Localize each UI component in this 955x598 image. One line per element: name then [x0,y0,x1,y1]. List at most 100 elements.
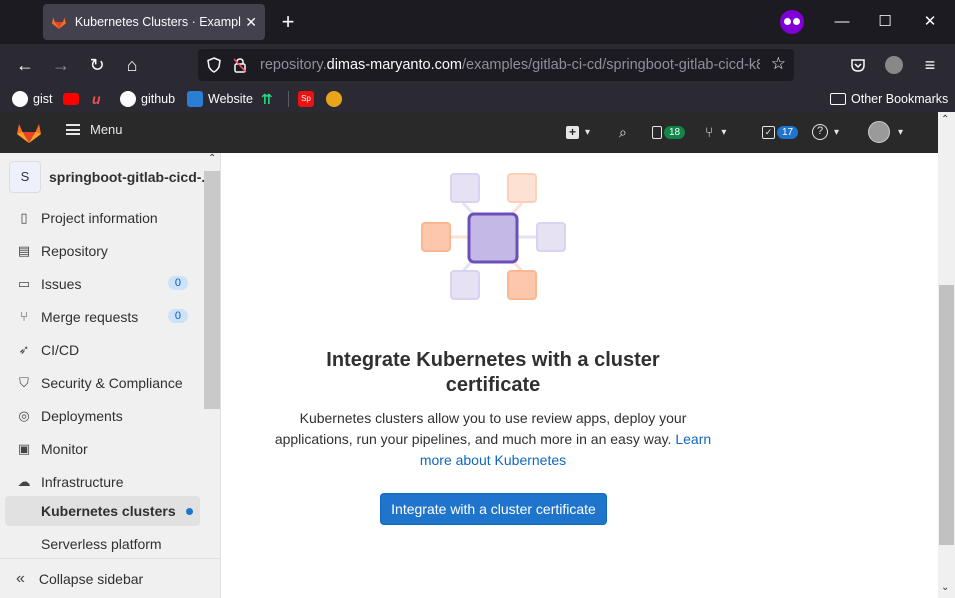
sidebar-item-project-information[interactable]: ▯ Project information [16,206,196,230]
back-icon[interactable]: ← [12,52,38,78]
minimize-icon[interactable]: — [830,10,854,34]
sidebar-scroll-thumb[interactable] [204,171,220,409]
close-window-icon[interactable]: ✕ [918,10,942,34]
bookmark-website[interactable]: Website [187,89,253,109]
lock-insecure-icon[interactable] [232,57,248,73]
sidebar-item-repository[interactable]: ▤ Repository [16,239,196,263]
hamburger-icon [66,124,80,135]
bookmark-separator [288,91,289,107]
sidebar-item-infrastructure[interactable]: ☁ Infrastructure [16,470,196,494]
sidebar-item-monitor[interactable]: ▣ Monitor [16,437,196,461]
bookmark-udemy[interactable]: u [92,89,113,109]
url-bar[interactable]: repository.dimas-maryanto.com/examples/g… [198,49,794,81]
doc-icon: ▤ [17,243,31,258]
bookmark-bear[interactable] [326,89,347,109]
bookmark-star-icon[interactable]: ☆ [771,54,786,74]
collapse-sidebar-button[interactable]: « Collapse sidebar [0,558,220,598]
double-chevron-left-icon: « [16,569,25,587]
bookmark-label: github [141,92,176,106]
bear-icon [326,91,342,107]
deploy-icon: ◎ [18,408,30,423]
project-name: springboot-gitlab-cicd-... [49,169,214,185]
scroll-down-icon[interactable]: ⌄ [941,582,949,593]
description-text: Kubernetes clusters allow you to use rev… [274,410,687,447]
shield-icon: ⛉ [19,375,29,390]
sidebar-item-label: Infrastructure [41,474,124,490]
menu-button[interactable]: Menu [66,122,123,137]
reload-icon[interactable]: ↻ [84,52,110,78]
search-icon[interactable]: ⌕ [619,122,627,142]
issues-count-badge: 18 [664,125,686,139]
cloud-icon: ☁ [17,474,31,489]
merge-requests-nav[interactable]: ⑂ ▾ [705,122,726,142]
sidebar-item-merge-requests[interactable]: ⑂ Merge requests 0 [16,305,196,329]
page-scroll-thumb[interactable] [939,285,954,545]
project-context[interactable]: S springboot-gitlab-cicd-... [9,161,213,193]
chevron-down-icon: ▾ [585,126,591,138]
bookmark-youtube[interactable] [63,89,84,109]
chevron-down-icon: ▾ [721,126,727,138]
maximize-icon[interactable]: ☐ [873,10,897,34]
url-text: repository.dimas-maryanto.com/examples/g… [260,57,760,73]
sidebar-item-security-compliance[interactable]: ⛉ Security & Compliance [16,371,196,395]
account-avatar-icon[interactable] [885,56,903,74]
sidebar-item-deployments[interactable]: ◎ Deployments [16,404,196,428]
sidebar-item-label: Repository [41,243,108,259]
bookmark-arrows[interactable]: ⇈ [261,89,282,109]
sidebar-item-label: Security & Compliance [41,375,183,391]
home-icon[interactable]: ⌂ [119,52,145,78]
scroll-up-icon[interactable]: ⌃ [208,153,216,164]
private-browsing-icon [780,10,804,34]
sidebar-item-label: Deployments [41,408,123,424]
user-dropdown[interactable]: ▾ [868,121,903,143]
bookmark-sp[interactable]: Sp [298,89,319,109]
bookmarks-bar: gist u github Website ⇈ Sp Other Bookmar… [0,86,955,112]
page-scrollbar[interactable]: ⌃ ⌄ [938,112,955,598]
merge-requests-badge: 0 [167,309,188,323]
issues-icon [652,125,662,139]
app-menu-icon[interactable]: ≡ [917,52,943,78]
user-avatar [868,121,890,143]
monitor-icon: ▣ [17,441,31,456]
gitlab-logo-icon[interactable] [16,120,42,144]
other-bookmarks-label: Other Bookmarks [851,92,949,106]
sidebar-scrollbar[interactable]: ⌃ [204,153,220,553]
issues-icon: ▭ [17,276,31,291]
sidebar-subitem-kubernetes-clusters[interactable]: Kubernetes clusters [5,496,200,526]
github-icon [120,91,136,107]
shield-tracking-icon[interactable] [206,57,222,73]
youtube-icon [63,93,79,105]
sidebar-item-label: Monitor [41,441,88,457]
forward-icon[interactable]: → [48,52,74,78]
menu-label: Menu [90,122,123,137]
sidebar-subitem-label: Kubernetes clusters [41,503,176,519]
plus-square-icon: + [566,125,579,139]
help-icon: ? [812,124,828,140]
chevron-down-icon: ▾ [834,126,840,138]
scroll-up-icon[interactable]: ⌃ [941,114,949,125]
active-indicator-dot [185,507,193,515]
sidebar-item-label: CI/CD [41,342,80,358]
sidebar-item-issues[interactable]: ▭ Issues 0 [16,272,196,296]
integrate-cluster-certificate-button[interactable]: Integrate with a cluster certificate [380,493,607,525]
new-tab-button[interactable]: + [276,8,300,36]
udemy-icon: u [92,91,101,107]
bookmark-gist[interactable]: gist [12,89,52,109]
website-icon [187,91,203,107]
new-dropdown[interactable]: + ▾ [566,122,590,142]
todos-count-badge: 17 [777,125,799,139]
merge-request-icon: ⑂ [705,124,714,140]
browser-tab[interactable]: Kubernetes Clusters · Examples ✕ [43,4,265,40]
help-dropdown[interactable]: ? ▾ [812,122,839,142]
other-bookmarks[interactable]: Other Bookmarks [830,89,948,109]
browser-nav-bar: ← → ↻ ⌂ repository.dimas-maryanto.com/ex… [0,44,955,86]
issues-nav[interactable]: 18 [652,122,686,142]
todos-nav[interactable]: ✓ 17 [762,122,799,142]
pocket-icon[interactable] [850,57,866,73]
gitlab-top-bar: Menu + ▾ ⌕ 18 ⑂ ▾ ✓ 17 ? ▾ ▾ [0,112,938,153]
tab-close-icon[interactable]: ✕ [245,14,257,31]
bookmark-github[interactable]: github [120,89,175,109]
sidebar-subitem-serverless-platform[interactable]: Serverless platform [5,529,200,559]
issues-badge: 0 [167,276,188,290]
sidebar-item-ci-cd[interactable]: ➶ CI/CD [16,338,196,362]
